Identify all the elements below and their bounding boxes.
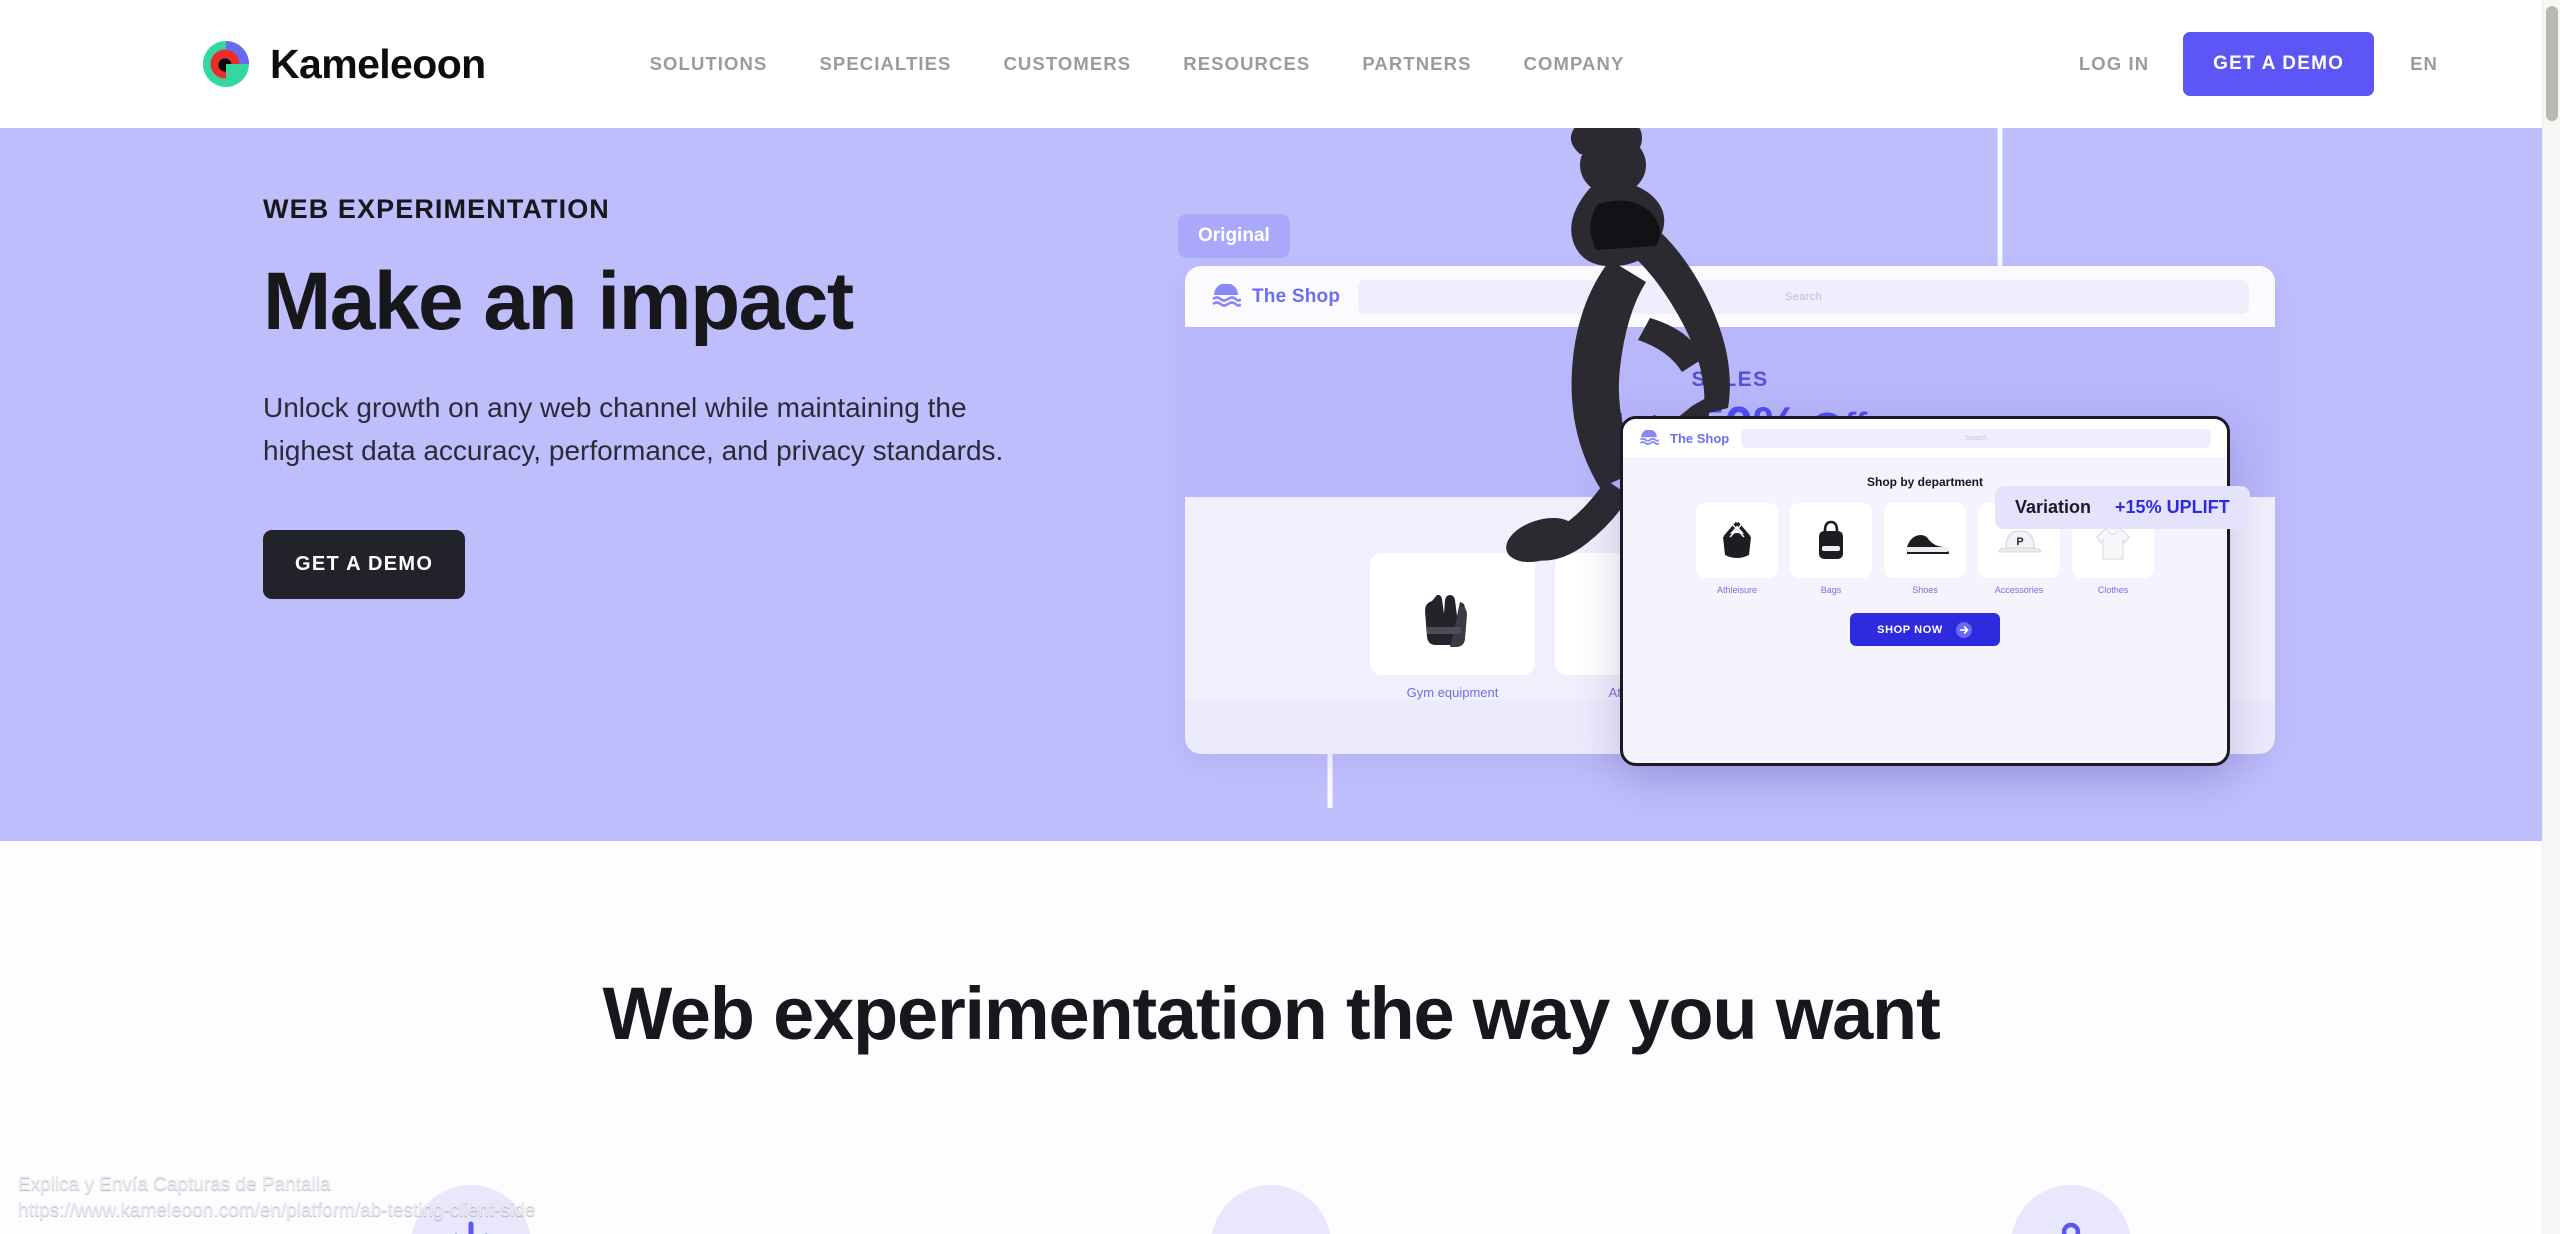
variation-mockup: The Shop Search Shop by department Athle… <box>1620 416 2230 766</box>
svg-text:P: P <box>2016 536 2023 548</box>
department-card[interactable]: Bags <box>1790 503 1872 595</box>
arrow-right-icon <box>1955 621 1972 638</box>
hero-eyebrow: WEB EXPERIMENTATION <box>263 194 610 224</box>
hero-get-a-demo-button[interactable]: GET A DEMO <box>263 530 466 600</box>
variation-shop-topbar: The Shop Search <box>1623 419 2227 457</box>
shop-name: The Shop <box>1670 430 1730 446</box>
login-link[interactable]: LOG IN <box>2079 53 2149 75</box>
department-card-label: Athleisure <box>1716 585 1758 595</box>
feature-badge[interactable] <box>1211 1185 1331 1234</box>
shop-logo: The Shop <box>1211 283 1341 310</box>
feature-badge[interactable] <box>2011 1185 2131 1234</box>
brand-name: Kameleoon <box>270 40 486 87</box>
department-card-label: Clothes <box>2097 585 2129 595</box>
shop-search-input[interactable]: Search <box>1741 428 2211 448</box>
page-root: Kameleoon SOLUTIONS SPECIALTIES CUSTOMER… <box>0 0 2560 1234</box>
scrollbar-thumb[interactable] <box>2546 6 2558 121</box>
variation-badge: Variation +15% UPLIFT <box>1995 486 2250 529</box>
shop-now-button[interactable]: SHOP NOW <box>1850 613 2000 646</box>
variation-badge-label: Variation <box>2015 497 2092 517</box>
overlay-title: Explica y Envía Capturas de Pantalla <box>18 1174 331 1195</box>
flow-dashes-icon <box>1242 1216 1300 1234</box>
hero-copy: WEB EXPERIMENTATION Make an impact Unloc… <box>263 194 1063 600</box>
page-scrollbar[interactable] <box>2542 0 2560 1234</box>
header-actions: LOG IN GET A DEMO EN <box>2079 32 2542 96</box>
sneaker-icon <box>1884 503 1966 578</box>
department-card[interactable]: Shoes <box>1884 503 1966 595</box>
sun-wave-icon <box>1639 429 1659 445</box>
features-section-title: Web experimentation the way you want <box>602 972 1940 1055</box>
nav-item-solutions[interactable]: SOLUTIONS <box>624 53 794 75</box>
department-card[interactable]: Athleisure <box>1696 503 1778 595</box>
nodes-icon <box>2061 1222 2081 1234</box>
sports-bra-icon <box>1696 503 1778 578</box>
brand-logo[interactable]: Kameleoon <box>200 38 486 90</box>
department-card-label: Accessories <box>1994 585 2044 595</box>
get-a-demo-button[interactable]: GET A DEMO <box>2183 32 2375 96</box>
screenshot-tool-overlay: Explica y Envía Capturas de Pantalla htt… <box>18 1172 535 1224</box>
shop-now-label: SHOP NOW <box>1877 623 1943 636</box>
hero-subtitle: Unlock growth on any web channel while m… <box>263 392 1004 466</box>
department-card-label: Bags <box>1820 585 1842 595</box>
shop-logo: The Shop <box>1639 429 1730 447</box>
nav-item-partners[interactable]: PARTNERS <box>1336 53 1497 75</box>
department-card-label: Shoes <box>1912 585 1938 595</box>
hero-section: WEB EXPERIMENTATION Make an impact Unloc… <box>0 128 2542 841</box>
kameleoon-target-logo-icon <box>200 38 252 90</box>
nav-item-customers[interactable]: CUSTOMERS <box>977 53 1157 75</box>
nav-item-specialties[interactable]: SPECIALTIES <box>793 53 977 75</box>
sun-wave-icon <box>1212 283 1241 307</box>
hero-title: Make an impact <box>263 256 854 347</box>
original-badge: Original <box>1178 214 1290 258</box>
shop-name: The Shop <box>1252 285 1341 307</box>
site-header: Kameleoon SOLUTIONS SPECIALTIES CUSTOMER… <box>0 0 2542 128</box>
nav-item-resources[interactable]: RESOURCES <box>1157 53 1336 75</box>
language-selector[interactable]: EN <box>2410 53 2438 75</box>
nav-item-company[interactable]: COMPANY <box>1498 53 1651 75</box>
backpack-icon <box>1790 503 1872 578</box>
variation-uplift-value: +15% UPLIFT <box>2115 497 2230 517</box>
overlay-url: https://www.kameleoon.com/en/platform/ab… <box>18 1200 536 1222</box>
main-navigation: SOLUTIONS SPECIALTIES CUSTOMERS RESOURCE… <box>624 53 1651 75</box>
